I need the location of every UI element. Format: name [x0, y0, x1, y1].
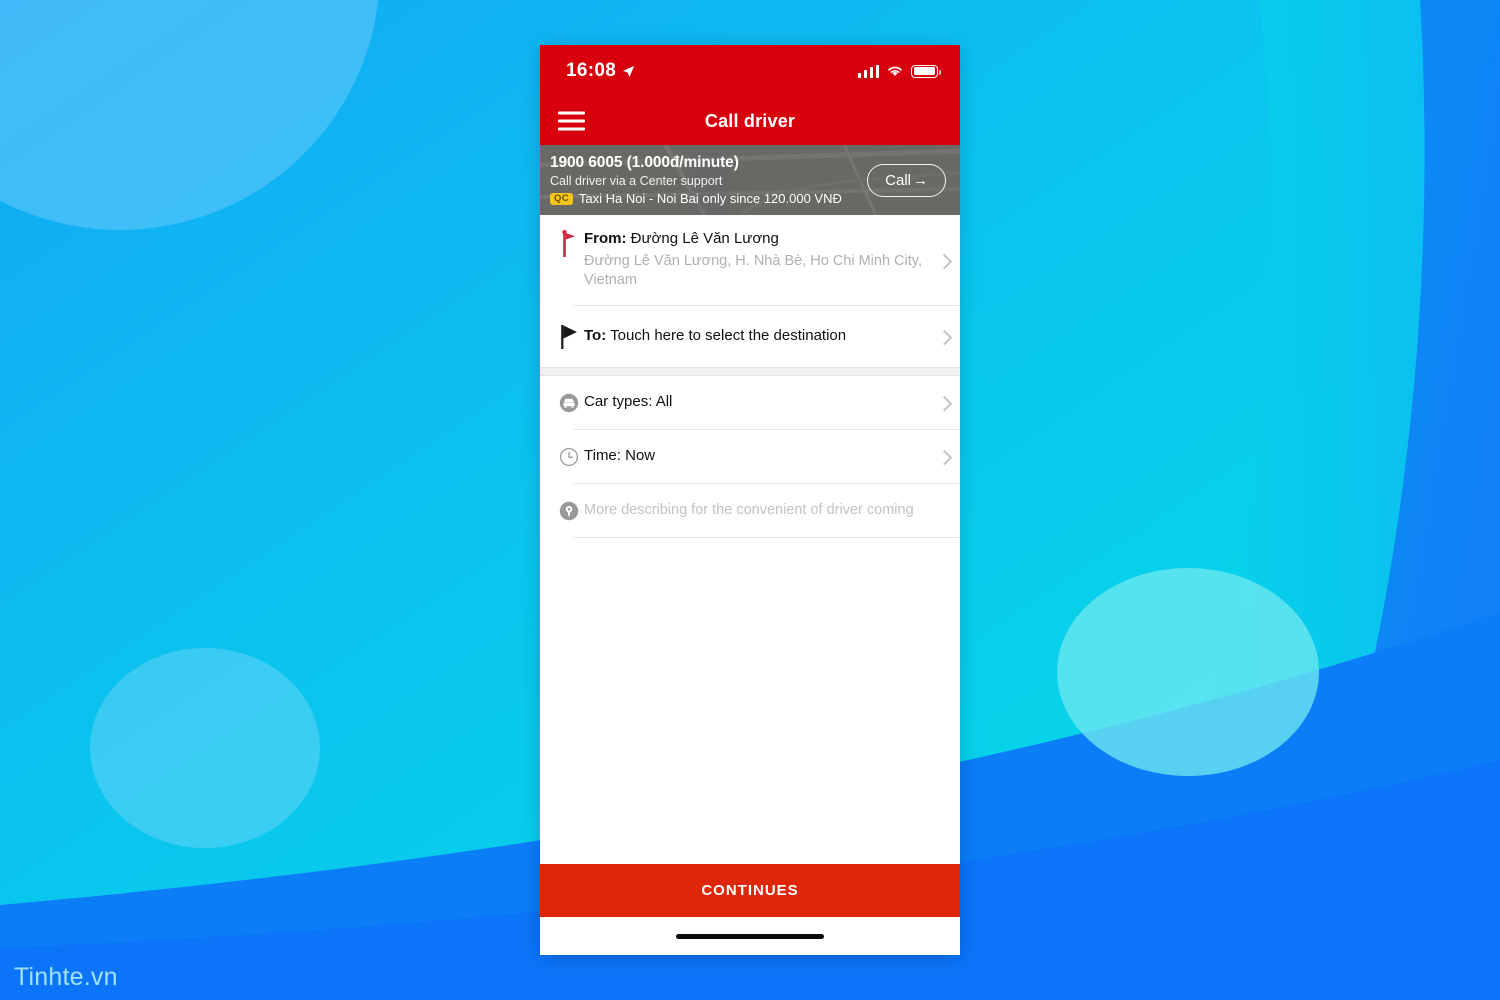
from-row[interactable]: From: Đường Lê Văn Lương Đường Lê Văn Lư…	[540, 215, 960, 305]
car-types-icon-wrap	[554, 392, 584, 413]
call-button-label: Call	[885, 172, 911, 189]
page-title: Call driver	[704, 110, 796, 131]
from-row-icon-wrap	[554, 229, 584, 260]
time-row[interactable]: Time: Now	[540, 430, 960, 483]
trip-form: From: Đường Lê Văn Lương Đường Lê Văn Lư…	[540, 215, 960, 538]
section-separator	[540, 366, 960, 376]
status-bar-right	[857, 64, 941, 78]
battery-full-icon	[911, 64, 941, 78]
promo-ad-line: QC Taxi Ha Noi - Noi Bai only since 120.…	[550, 191, 842, 206]
to-label: To:	[584, 326, 607, 344]
promo-text-block: 1900 6005 (1.000đ/minute) Call driver vi…	[550, 154, 842, 206]
time-icon-wrap	[554, 446, 584, 467]
from-label-line: From: Đường Lê Văn Lương	[584, 229, 924, 249]
to-row-body: To: Touch here to select the destination	[584, 326, 946, 346]
promo-subtitle: Call driver via a Center support	[550, 173, 723, 188]
wifi-icon	[888, 66, 902, 76]
phone-screen: 16:08 Call driver 1900 6005 (1.000đ/minu…	[540, 45, 960, 955]
home-indicator-bar[interactable]	[676, 933, 824, 939]
content-spacer	[540, 537, 960, 864]
car-types-body: Car types: All	[584, 393, 946, 411]
to-label-line: To: Touch here to select the destination	[584, 326, 924, 346]
home-indicator-area	[540, 917, 960, 955]
car-icon	[559, 393, 579, 412]
arrow-right-icon: →	[913, 172, 928, 189]
time-text: Time: Now	[584, 447, 656, 464]
hamburger-menu-icon[interactable]	[558, 111, 585, 131]
cellular-signal-icon	[857, 64, 879, 78]
from-label: From:	[584, 230, 627, 247]
status-time: 16:08	[566, 60, 617, 81]
continues-button[interactable]: CONTINUES	[540, 864, 960, 917]
call-button[interactable]: Call →	[867, 164, 946, 197]
time-row-body: Time: Now	[584, 447, 946, 465]
note-row[interactable]: More describing for the convenient of dr…	[540, 484, 960, 537]
watermark-tinhte: Tinhte.vn	[14, 963, 118, 991]
note-row-body: More describing for the convenient of dr…	[584, 501, 946, 519]
to-row-icon-wrap	[554, 322, 584, 351]
screenshot-stage: Tinhte.vn 16:08 Call driver 1900 6005 (1…	[0, 0, 1500, 1000]
promo-banner[interactable]: 1900 6005 (1.000đ/minute) Call driver vi…	[540, 145, 960, 215]
status-bar: 16:08	[540, 45, 960, 97]
car-types-row[interactable]: Car types: All	[540, 376, 960, 429]
to-row[interactable]: To: Touch here to select the destination	[540, 306, 960, 367]
promo-ad-text: Taxi Ha Noi - Noi Bai only since 120.000…	[578, 191, 842, 207]
promo-phone-number: 1900 6005 (1.000đ/minute)	[550, 154, 739, 172]
black-flag-icon	[561, 324, 577, 349]
note-input-placeholder[interactable]: More describing for the convenient of dr…	[584, 502, 914, 518]
nav-bar: Call driver	[540, 97, 960, 145]
red-flag-marker-icon	[562, 230, 575, 257]
car-types-text: Car types: All	[584, 393, 673, 410]
to-value: Touch here to select the destination	[610, 326, 847, 344]
location-arrow-icon	[622, 65, 635, 77]
from-value: Đường Lê Văn Lương	[630, 230, 779, 247]
qc-badge: QC	[550, 192, 573, 206]
status-bar-left: 16:08	[566, 60, 636, 82]
from-row-body: From: Đường Lê Văn Lương Đường Lê Văn Lư…	[584, 229, 946, 291]
note-icon-wrap	[554, 500, 584, 521]
from-address: Đường Lê Văn Lương, H. Nhà Bè, Ho Chi Mi…	[584, 253, 922, 289]
clock-icon	[559, 447, 579, 466]
map-pin-icon	[559, 501, 579, 520]
